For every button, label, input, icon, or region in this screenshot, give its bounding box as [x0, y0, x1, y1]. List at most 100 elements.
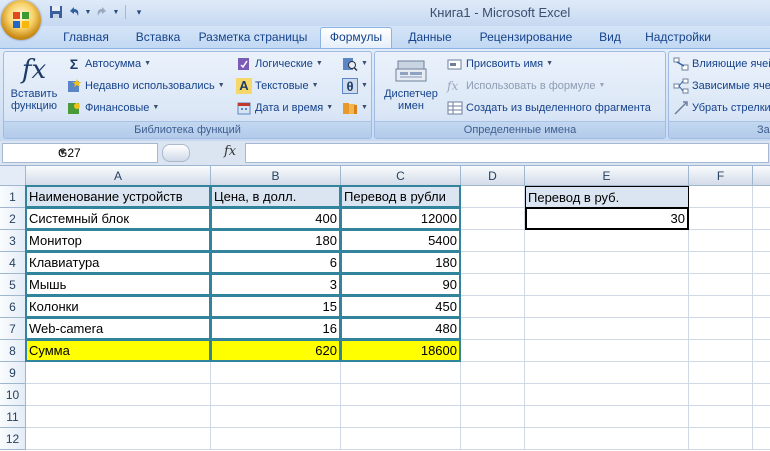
- insert-function-icon[interactable]: fx: [224, 144, 236, 159]
- row-header-2[interactable]: 2: [0, 208, 26, 230]
- total-cell[interactable]: 18600: [340, 339, 461, 362]
- cell[interactable]: [461, 340, 525, 362]
- rate-value-cell[interactable]: 30: [525, 207, 689, 230]
- cell[interactable]: [753, 428, 770, 450]
- column-header-c[interactable]: C: [341, 166, 461, 186]
- cell[interactable]: [26, 406, 211, 428]
- table-cell[interactable]: 5400: [340, 229, 461, 252]
- tab-addins[interactable]: Надстройки: [640, 28, 716, 48]
- remove-arrows-button[interactable]: Убрать стрелки: [673, 99, 770, 117]
- table-cell[interactable]: Клавиатура: [25, 251, 211, 274]
- cell[interactable]: [689, 186, 753, 208]
- tab-data[interactable]: Данные: [400, 28, 460, 48]
- cell[interactable]: [753, 362, 770, 384]
- table-header-cell[interactable]: Перевод в рубли: [340, 185, 461, 208]
- trace-precedents-button[interactable]: Влияющие ячейки: [673, 55, 770, 73]
- row-header-10[interactable]: 10: [0, 384, 26, 406]
- tab-view[interactable]: Вид: [590, 28, 630, 48]
- tab-home[interactable]: Главная: [50, 28, 122, 48]
- table-cell[interactable]: Монитор: [25, 229, 211, 252]
- row-header-6[interactable]: 6: [0, 296, 26, 318]
- table-header-cell[interactable]: Цена, в долл.: [210, 185, 341, 208]
- cell[interactable]: [689, 384, 753, 406]
- cell[interactable]: [525, 362, 689, 384]
- cell[interactable]: [753, 208, 770, 230]
- name-box[interactable]: G27 ▼: [2, 143, 158, 163]
- cell[interactable]: [753, 186, 770, 208]
- table-cell[interactable]: 16: [210, 317, 341, 340]
- math-trig-button[interactable]: θ ▼: [342, 77, 368, 95]
- table-cell[interactable]: 450: [340, 295, 461, 318]
- table-cell[interactable]: Мышь: [25, 273, 211, 296]
- table-cell[interactable]: 15: [210, 295, 341, 318]
- cell[interactable]: [525, 252, 689, 274]
- cell[interactable]: [525, 384, 689, 406]
- cell[interactable]: [211, 428, 341, 450]
- table-cell[interactable]: 90: [340, 273, 461, 296]
- cell[interactable]: [461, 406, 525, 428]
- cell[interactable]: [461, 230, 525, 252]
- table-cell[interactable]: 12000: [340, 207, 461, 230]
- cell[interactable]: [689, 340, 753, 362]
- cell[interactable]: [211, 362, 341, 384]
- cell[interactable]: [525, 230, 689, 252]
- row-header-5[interactable]: 5: [0, 274, 26, 296]
- tab-page-layout[interactable]: Разметка страницы: [194, 28, 312, 48]
- cell[interactable]: [461, 186, 525, 208]
- column-header-a[interactable]: A: [26, 166, 211, 186]
- row-header-8[interactable]: 8: [0, 340, 26, 362]
- cell[interactable]: [689, 208, 753, 230]
- autosum-button[interactable]: Σ Автосумма ▼: [66, 55, 151, 73]
- name-manager-button[interactable]: Диспетчер имен: [377, 54, 445, 112]
- financial-button[interactable]: Финансовые ▼: [66, 99, 159, 117]
- create-from-selection-button[interactable]: Создать из выделенного фрагмента: [447, 99, 651, 117]
- more-functions-button[interactable]: ▼: [342, 99, 368, 117]
- cell[interactable]: [753, 384, 770, 406]
- define-name-button[interactable]: Присвоить имя ▼: [447, 55, 553, 73]
- cell[interactable]: [753, 252, 770, 274]
- cell[interactable]: [461, 318, 525, 340]
- tab-formulas[interactable]: Формулы: [320, 27, 392, 49]
- cell[interactable]: [461, 208, 525, 230]
- row-header-9[interactable]: 9: [0, 362, 26, 384]
- cell[interactable]: [341, 362, 461, 384]
- table-cell[interactable]: 180: [210, 229, 341, 252]
- cell[interactable]: [211, 406, 341, 428]
- cell[interactable]: [753, 406, 770, 428]
- column-header-f[interactable]: F: [689, 166, 753, 186]
- row-header-4[interactable]: 4: [0, 252, 26, 274]
- cell[interactable]: [461, 384, 525, 406]
- text-button[interactable]: A Текстовые ▼: [236, 77, 319, 95]
- total-cell[interactable]: Сумма: [25, 339, 211, 362]
- cell[interactable]: [689, 252, 753, 274]
- cell[interactable]: [753, 230, 770, 252]
- row-header-1[interactable]: 1: [0, 186, 26, 208]
- rate-label-cell[interactable]: Перевод в руб.: [525, 186, 689, 208]
- cell[interactable]: [525, 296, 689, 318]
- cell[interactable]: [689, 362, 753, 384]
- row-header-12[interactable]: 12: [0, 428, 26, 450]
- insert-function-button[interactable]: fx Вставить функцию: [6, 54, 62, 112]
- tab-review[interactable]: Рецензирование: [470, 28, 582, 48]
- column-header-e[interactable]: E: [525, 166, 689, 186]
- cell[interactable]: [689, 406, 753, 428]
- cell[interactable]: [341, 428, 461, 450]
- total-cell[interactable]: 620: [210, 339, 341, 362]
- row-header-7[interactable]: 7: [0, 318, 26, 340]
- column-header-g-partial[interactable]: [753, 166, 770, 186]
- cell[interactable]: [689, 296, 753, 318]
- cell[interactable]: [461, 362, 525, 384]
- name-box-dropdown-icon[interactable]: ▼: [58, 147, 154, 157]
- cell[interactable]: [525, 428, 689, 450]
- cell[interactable]: [525, 274, 689, 296]
- tab-insert[interactable]: Вставка: [126, 28, 190, 48]
- cell[interactable]: [461, 296, 525, 318]
- cell[interactable]: [753, 296, 770, 318]
- table-cell[interactable]: 6: [210, 251, 341, 274]
- office-button[interactable]: [1, 0, 41, 40]
- cell[interactable]: [689, 274, 753, 296]
- cell[interactable]: [341, 406, 461, 428]
- table-cell[interactable]: 480: [340, 317, 461, 340]
- column-header-b[interactable]: B: [211, 166, 341, 186]
- cell[interactable]: [525, 318, 689, 340]
